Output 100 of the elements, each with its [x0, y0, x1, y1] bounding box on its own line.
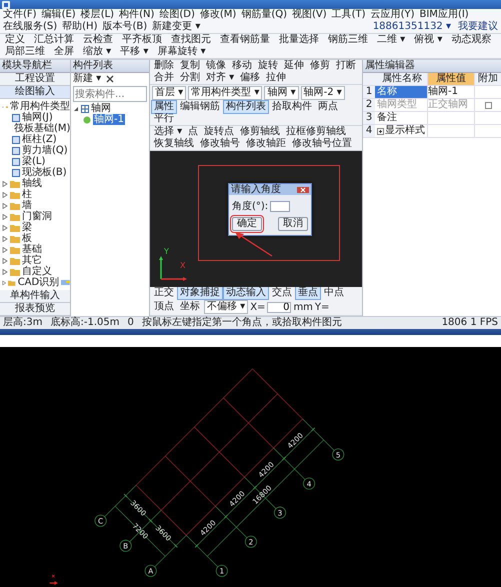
menu-item[interactable]: 帮助(H) — [62, 21, 98, 33]
snap-button[interactable]: 中点 — [322, 287, 346, 299]
tree-item[interactable]: 现浇板(B) — [22, 167, 67, 178]
expand-arrow-icon[interactable] — [2, 258, 8, 264]
property-name[interactable]: 名称 — [375, 86, 427, 98]
toolbar-button[interactable]: 旋转点 — [202, 126, 236, 138]
toolbar-button[interactable]: 平行 — [152, 113, 176, 125]
tree-item[interactable]: 自定义 — [22, 266, 52, 277]
menu-item[interactable]: 楼层(L) — [80, 9, 114, 21]
tree-item[interactable]: 轴网(J) — [22, 112, 53, 123]
tree-item[interactable]: 常用构件类型 — [10, 101, 70, 112]
toolbar-button[interactable]: 两点 — [316, 101, 340, 113]
toolbar-button[interactable]: 修剪轴线 — [238, 126, 282, 138]
expand-arrow-icon[interactable] — [2, 180, 8, 186]
menu-item[interactable]: 文件(F) — [3, 9, 37, 21]
toolbar-button[interactable]: 旋转 — [256, 60, 280, 72]
tree-item[interactable]: 柱 — [22, 189, 32, 200]
menu-item[interactable]: 在线服务(S) — [3, 21, 58, 33]
snap-button[interactable]: 交点 — [270, 287, 294, 299]
expand-arrow-icon[interactable] — [2, 280, 6, 286]
menu-item[interactable]: 新建变更 ▾ — [152, 21, 200, 33]
dropdown[interactable]: 常用构件类型 ▾ — [188, 86, 262, 100]
tree-item[interactable]: 剪力墙(Q) — [22, 145, 68, 156]
toolbar-button[interactable]: 查看钢筋量 — [218, 34, 272, 46]
toolbar-button[interactable]: 查找图元 — [169, 34, 213, 46]
toolbar-button[interactable]: 对齐 ▾ — [204, 72, 236, 84]
menu-item[interactable]: 工具(T) — [332, 9, 366, 21]
toolbar-button[interactable]: 拉框修剪轴线 — [284, 126, 348, 138]
dialog-button[interactable]: 取消 — [278, 217, 308, 231]
expand-arrow-icon[interactable] — [2, 192, 8, 198]
expand-arrow-icon[interactable] — [2, 224, 8, 230]
tree-item[interactable]: 轴线 — [22, 178, 42, 189]
toolbar-button[interactable]: 云检查 — [81, 34, 115, 46]
navigation-tab[interactable]: 绘图输入 — [0, 86, 70, 99]
menu-item[interactable]: 绘图(D) — [159, 9, 195, 21]
expand-arrow-icon[interactable] — [2, 214, 8, 220]
toolbar-button[interactable]: 延伸 — [282, 60, 306, 72]
dropdown[interactable]: 轴网 ▾ — [264, 86, 299, 100]
dropdown[interactable]: 轴网-2 ▾ — [300, 86, 345, 100]
tree-item[interactable]: 墙 — [22, 200, 32, 211]
toolbar-button[interactable]: 批量选择 — [277, 34, 321, 46]
expand-arrow-icon[interactable] — [2, 246, 8, 252]
toolbar-button[interactable]: 二维 ▾ — [375, 34, 408, 46]
search-field[interactable]: 搜索构件... — [73, 86, 147, 102]
navigation-tab[interactable]: 报表预览 — [0, 303, 70, 316]
snap-button[interactable]: 坐标 — [178, 301, 202, 313]
account-button[interactable]: 18861351132 ▾ — [370, 21, 453, 33]
toolbar-button[interactable]: 俯视 ▾ — [412, 34, 444, 46]
tree-item[interactable]: 门窗洞 — [22, 211, 52, 222]
property-name[interactable]: 备注 — [375, 112, 427, 124]
menu-item[interactable]: 版本号(B) — [102, 21, 148, 33]
expand-arrow-icon[interactable] — [2, 202, 8, 208]
toolbar-button[interactable]: 修改轴距 — [244, 138, 288, 150]
property-value[interactable]: 轴网-1 — [427, 86, 474, 98]
expand-icon[interactable] — [377, 128, 384, 134]
delete-icon[interactable] — [106, 75, 114, 83]
tree-item[interactable]: 其它 — [22, 255, 42, 266]
tree-item[interactable]: 梁 — [22, 222, 32, 233]
toolbar-button[interactable]: 拾取构件 — [270, 101, 314, 113]
menu-item[interactable]: 视图(V) — [292, 9, 327, 21]
menu-item[interactable]: 云应用(Y) — [370, 9, 414, 21]
menu-item[interactable]: 修改(M) — [200, 9, 236, 21]
toolbar-button[interactable]: 移动 — [230, 60, 254, 72]
toolbar-button[interactable]: 复制 — [178, 60, 202, 72]
toolbar-button[interactable]: 选择 ▾ — [152, 126, 184, 138]
toolbar-button[interactable]: 全屏 — [52, 46, 76, 58]
expand-arrow-icon[interactable] — [73, 106, 79, 112]
toolbar-button[interactable]: 拉伸 — [264, 72, 288, 84]
toolbar-button[interactable]: 删除 — [152, 60, 176, 72]
menu-item[interactable]: 构件(N) — [119, 9, 154, 21]
toolbar-button[interactable]: 屏幕旋转 ▾ — [155, 46, 208, 58]
toolbar-button[interactable]: 修改轴号位置 — [290, 138, 354, 150]
menu-item[interactable]: BIM应用(I) — [420, 9, 469, 21]
toolbar-button[interactable]: 动态观察 — [449, 34, 494, 46]
menu-item[interactable]: 钢筋量(Q) — [241, 9, 287, 21]
toolbar-button[interactable]: 平齐板顶 — [120, 34, 164, 46]
toolbar-button[interactable]: 钢筋三维 — [326, 34, 370, 46]
toolbar-button[interactable]: 打断 — [334, 60, 358, 72]
dialog-button[interactable]: 确定 — [232, 217, 262, 231]
snap-button[interactable]: 对象捕捉 — [178, 287, 222, 299]
snap-button[interactable]: 动态输入 — [224, 287, 268, 299]
toolbar-button[interactable]: 分割 — [178, 72, 202, 84]
tree-item[interactable]: 梁(L) — [22, 156, 46, 167]
tree-item[interactable]: 框柱(Z) — [22, 134, 57, 145]
toolbar-button[interactable]: 属性 — [152, 101, 176, 113]
new-button[interactable]: 新建 ▾ — [71, 73, 104, 85]
toolbar-button[interactable]: 偏移 — [238, 72, 262, 84]
toolbar-button[interactable]: 局部三维 — [3, 46, 47, 58]
expand-arrow-icon[interactable] — [2, 268, 8, 274]
tree-item[interactable]: CAD识别 — [18, 277, 60, 288]
toolbar-button[interactable]: 合并 — [152, 72, 176, 84]
dropdown[interactable]: 首层 ▾ — [152, 86, 186, 100]
navigation-tab[interactable]: 工程设置 — [0, 73, 70, 86]
tree-item[interactable]: 筏板基础(M) — [14, 123, 70, 134]
offset-dropdown[interactable]: 不偏移 ▾ — [204, 300, 248, 314]
toolbar-button[interactable]: 编辑钢筋 — [178, 101, 222, 113]
tree-item[interactable]: 轴网-1 — [93, 114, 125, 125]
tree-item[interactable]: 基础 — [22, 244, 42, 255]
menu-item[interactable]: 编辑(E) — [42, 9, 76, 21]
expand-arrow-icon[interactable] — [2, 236, 8, 242]
